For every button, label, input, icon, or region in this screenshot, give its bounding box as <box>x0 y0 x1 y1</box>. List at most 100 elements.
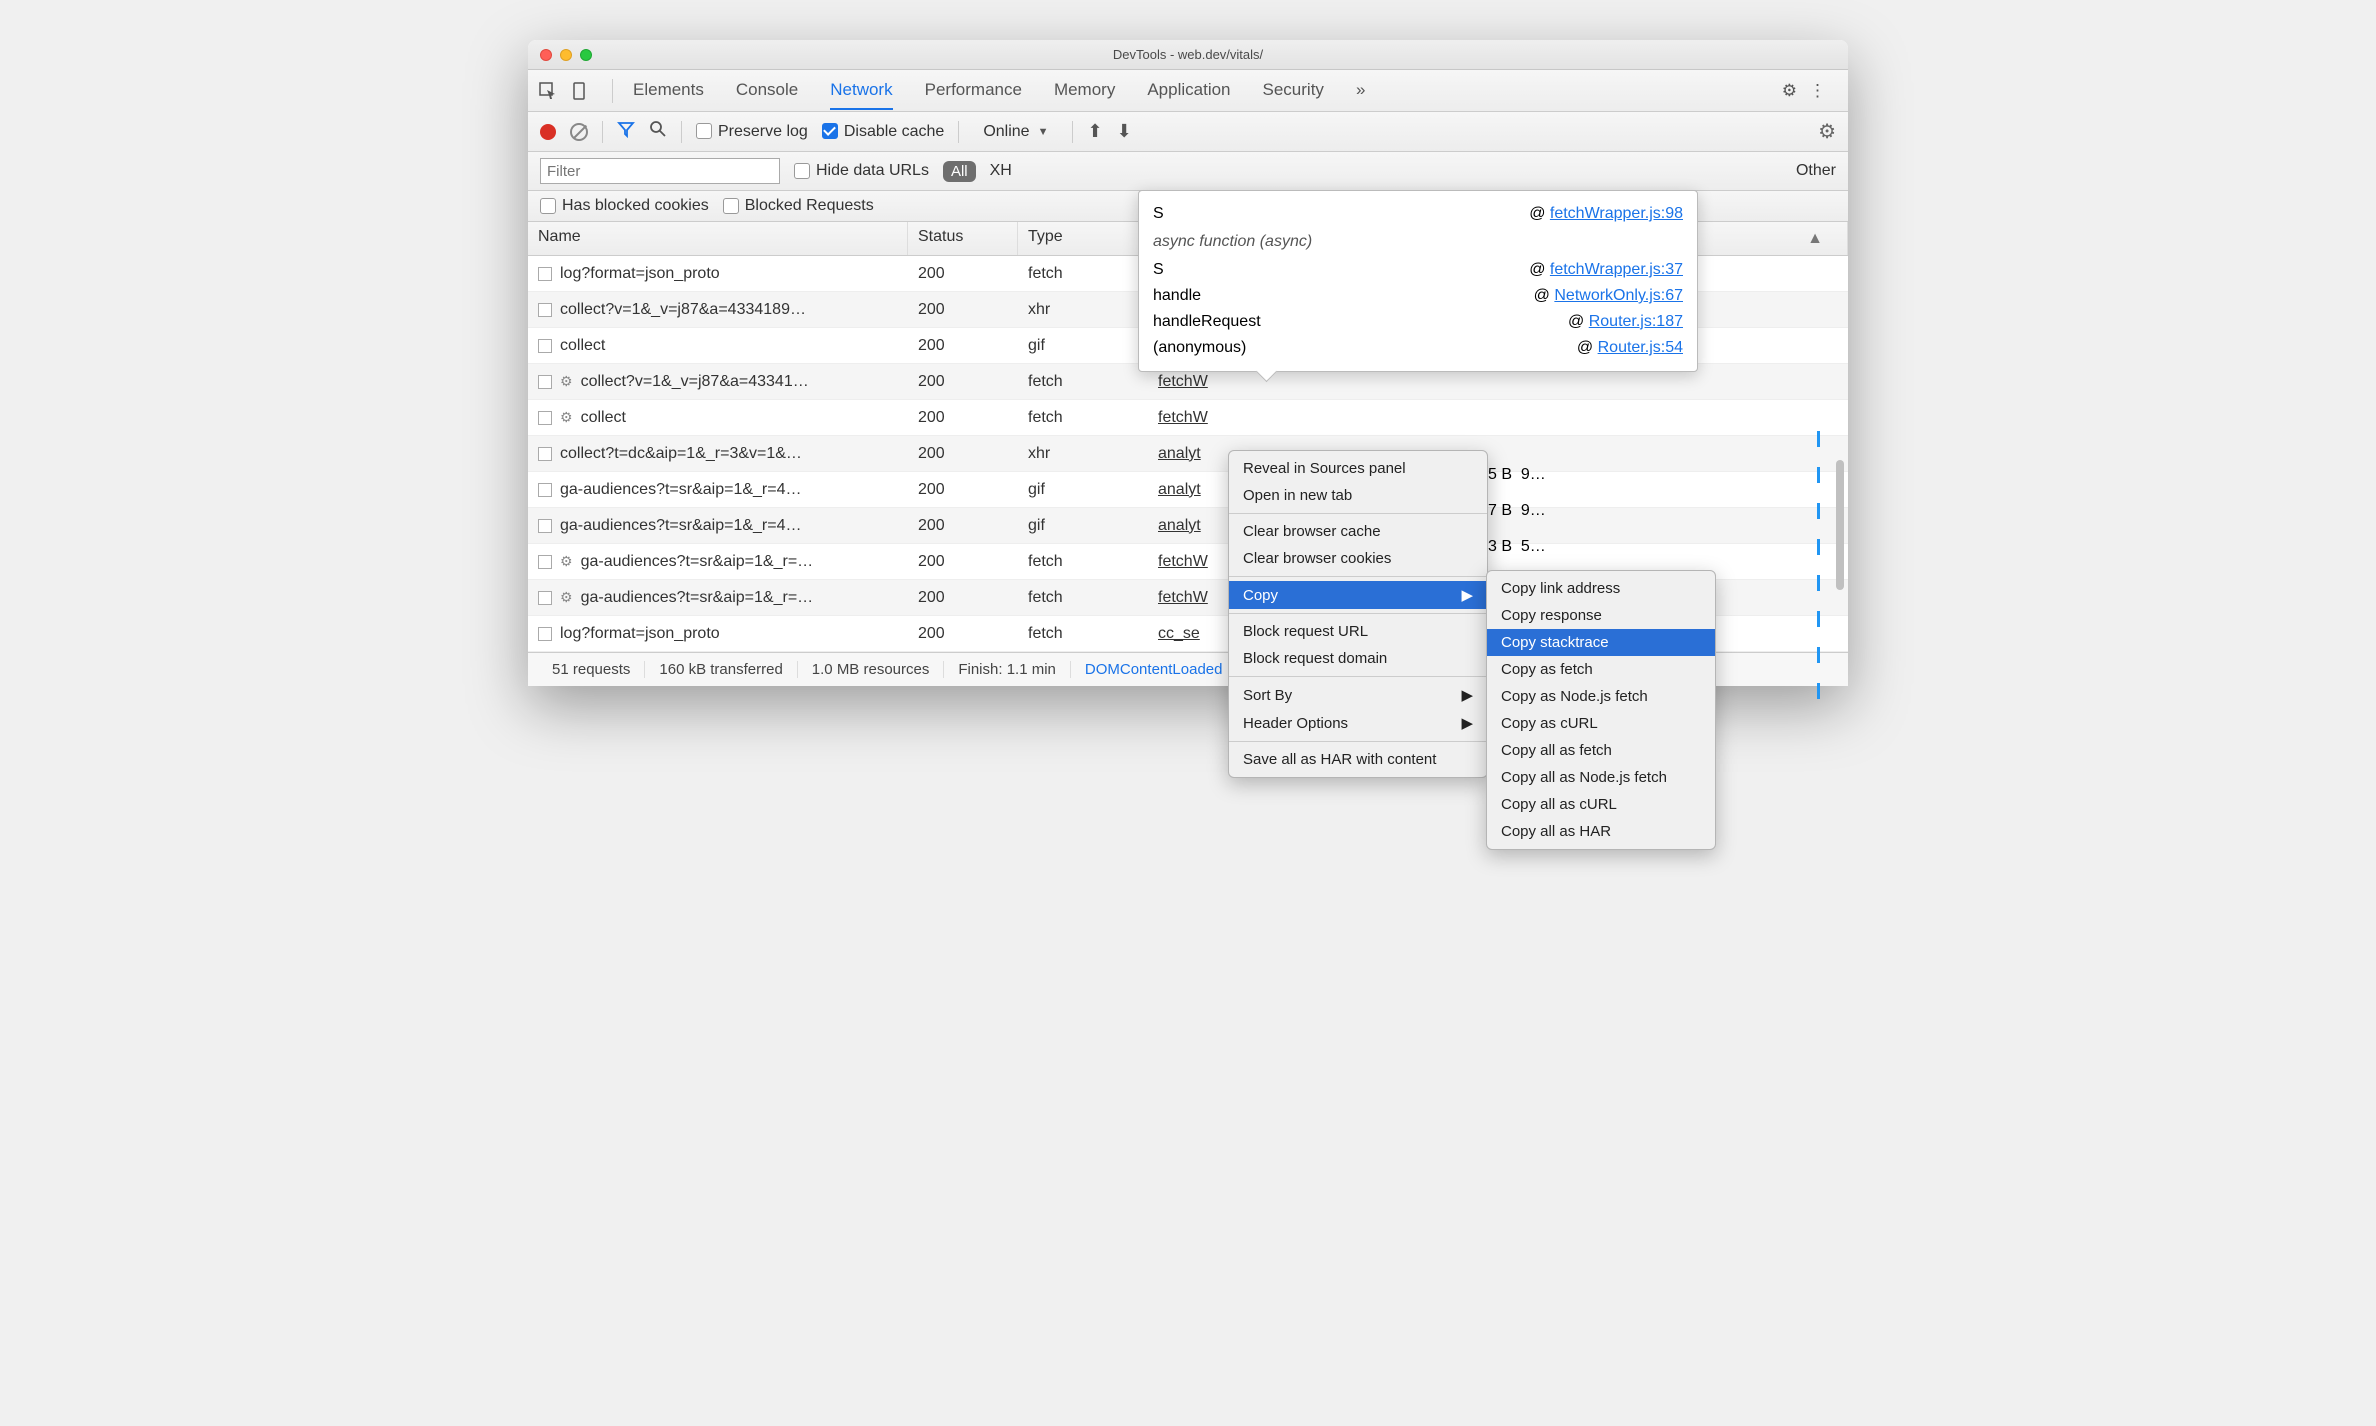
disable-cache-label: Disable cache <box>844 123 945 140</box>
tab-application[interactable]: Application <box>1147 72 1230 110</box>
time-1: 9… <box>1521 502 1546 520</box>
request-initiator[interactable]: fetchW <box>1158 589 1208 606</box>
request-type: fetch <box>1018 373 1148 391</box>
panel-tabs: Elements Console Network Performance Mem… <box>633 72 1782 110</box>
table-row[interactable]: collect?t=dc&aip=1&_r=3&v=1&…200xhranaly… <box>528 436 1848 472</box>
filter-other[interactable]: Other <box>1796 162 1836 180</box>
request-type: xhr <box>1018 445 1148 463</box>
tab-security[interactable]: Security <box>1263 72 1324 110</box>
inspect-icon[interactable] <box>538 81 558 101</box>
submenu-item[interactable]: Copy all as cURL <box>1487 791 1715 818</box>
menu-item[interactable]: Open in new tab <box>1229 482 1487 509</box>
request-initiator[interactable]: fetchW <box>1158 409 1208 426</box>
menu-item[interactable]: Block request URL <box>1229 618 1487 645</box>
request-initiator[interactable]: fetchW <box>1158 373 1208 390</box>
network-toolbar: Preserve log Disable cache Online▼ ⬆ ⬇ ⚙ <box>528 112 1848 152</box>
submenu-item[interactable]: Copy as fetch <box>1487 656 1715 683</box>
request-status: 200 <box>908 625 1018 643</box>
titlebar: DevTools - web.dev/vitals/ <box>528 40 1848 70</box>
blocked-cookies-checkbox[interactable]: Has blocked cookies <box>540 197 709 215</box>
stack-loc[interactable]: @ fetchWrapper.js:37 <box>1529 261 1683 279</box>
download-har-icon[interactable]: ⬇ <box>1117 121 1132 142</box>
copy-submenu[interactable]: Copy link addressCopy responseCopy stack… <box>1486 570 1716 850</box>
clear-button[interactable] <box>570 123 588 141</box>
menu-item[interactable]: Clear browser cookies <box>1229 545 1487 572</box>
col-type[interactable]: Type <box>1018 222 1148 255</box>
submenu-item[interactable]: Copy all as fetch <box>1487 737 1715 764</box>
tab-network[interactable]: Network <box>830 72 892 110</box>
request-initiator[interactable]: analyt <box>1158 481 1201 498</box>
scrollbar[interactable] <box>1836 460 1844 590</box>
table-row[interactable]: ga-audiences?t=sr&aip=1&_r=4…200gifanaly… <box>528 508 1848 544</box>
tab-performance[interactable]: Performance <box>925 72 1022 110</box>
minimize-icon[interactable] <box>560 49 572 61</box>
size-2: 3 B <box>1488 538 1512 556</box>
submenu-item[interactable]: Copy stacktrace <box>1487 629 1715 656</box>
submenu-item[interactable]: Copy all as Node.js fetch <box>1487 764 1715 791</box>
filter-xhr[interactable]: XH <box>990 162 1012 180</box>
blocked-cookies-label: Has blocked cookies <box>562 197 709 214</box>
stack-fn: S <box>1153 205 1164 223</box>
tab-elements[interactable]: Elements <box>633 72 704 110</box>
submenu-item[interactable]: Copy as cURL <box>1487 710 1715 737</box>
menu-item[interactable]: Reveal in Sources panel <box>1229 455 1487 482</box>
stack-separator: async function (async) <box>1153 227 1683 257</box>
filter-input[interactable] <box>540 158 780 184</box>
menu-item[interactable]: Sort By▶ <box>1229 681 1487 709</box>
network-settings-icon[interactable]: ⚙ <box>1818 119 1836 144</box>
table-row[interactable]: ⚙collect200fetchfetchW <box>528 400 1848 436</box>
submenu-item[interactable]: Copy link address <box>1487 575 1715 602</box>
menu-item[interactable]: Copy▶ <box>1229 581 1487 609</box>
hide-data-urls-checkbox[interactable]: Hide data URLs <box>794 162 929 180</box>
tab-console[interactable]: Console <box>736 72 798 110</box>
record-button[interactable] <box>540 124 556 140</box>
zoom-icon[interactable] <box>580 49 592 61</box>
hide-data-urls-label: Hide data URLs <box>816 162 929 179</box>
menu-item[interactable]: Header Options▶ <box>1229 709 1487 737</box>
stack-loc[interactable]: @ Router.js:187 <box>1568 313 1683 331</box>
status-transferred: 160 kB transferred <box>645 661 797 678</box>
menu-item[interactable]: Block request domain <box>1229 645 1487 672</box>
submenu-item[interactable]: Copy response <box>1487 602 1715 629</box>
request-type: gif <box>1018 337 1148 355</box>
device-toggle-icon[interactable] <box>570 81 590 101</box>
request-type: fetch <box>1018 625 1148 643</box>
request-initiator[interactable]: cc_se <box>1158 625 1200 642</box>
filter-bar: Hide data URLs All XH Other <box>528 152 1848 191</box>
col-name[interactable]: Name <box>528 222 908 255</box>
request-type: fetch <box>1018 589 1148 607</box>
menu-item[interactable]: Clear browser cache <box>1229 518 1487 545</box>
request-initiator[interactable]: fetchW <box>1158 553 1208 570</box>
close-icon[interactable] <box>540 49 552 61</box>
request-initiator[interactable]: analyt <box>1158 517 1201 534</box>
submenu-arrow-icon: ▶ <box>1461 586 1473 604</box>
status-resources: 1.0 MB resources <box>798 661 945 678</box>
menu-item[interactable]: Save all as HAR with content <box>1229 746 1487 773</box>
filter-icon[interactable] <box>617 120 635 143</box>
throttling-select[interactable]: Online▼ <box>973 121 1058 143</box>
waterfall-ticks <box>1817 349 1820 652</box>
devtools-window: DevTools - web.dev/vitals/ Elements Cons… <box>528 40 1848 686</box>
settings-icon[interactable]: ⚙ <box>1782 81 1797 101</box>
submenu-item[interactable]: Copy as Node.js fetch <box>1487 683 1715 710</box>
request-name: ga-audiences?t=sr&aip=1&_r=4… <box>560 517 802 535</box>
context-menu[interactable]: Reveal in Sources panelOpen in new tab Cl… <box>1228 450 1488 778</box>
preserve-log-checkbox[interactable]: Preserve log <box>696 123 808 141</box>
disable-cache-checkbox[interactable]: Disable cache <box>822 123 945 141</box>
submenu-item[interactable]: Copy all as HAR <box>1487 818 1715 845</box>
blocked-requests-checkbox[interactable]: Blocked Requests <box>723 197 874 215</box>
more-icon[interactable]: ⋮ <box>1809 81 1826 101</box>
search-icon[interactable] <box>649 120 667 143</box>
stack-loc[interactable]: @ NetworkOnly.js:67 <box>1534 287 1683 305</box>
service-worker-icon: ⚙ <box>560 589 573 606</box>
more-tabs-icon[interactable]: » <box>1356 72 1365 110</box>
upload-har-icon[interactable]: ⬆ <box>1087 121 1102 142</box>
table-row[interactable]: ga-audiences?t=sr&aip=1&_r=4…200gifanaly… <box>528 472 1848 508</box>
request-initiator[interactable]: analyt <box>1158 445 1201 462</box>
stack-frame: (anonymous)@ Router.js:54 <box>1153 335 1683 361</box>
stack-loc[interactable]: @ Router.js:54 <box>1577 339 1683 357</box>
filter-all[interactable]: All <box>943 161 976 182</box>
stack-loc[interactable]: @ fetchWrapper.js:98 <box>1529 205 1683 223</box>
tab-memory[interactable]: Memory <box>1054 72 1115 110</box>
col-status[interactable]: Status <box>908 222 1018 255</box>
